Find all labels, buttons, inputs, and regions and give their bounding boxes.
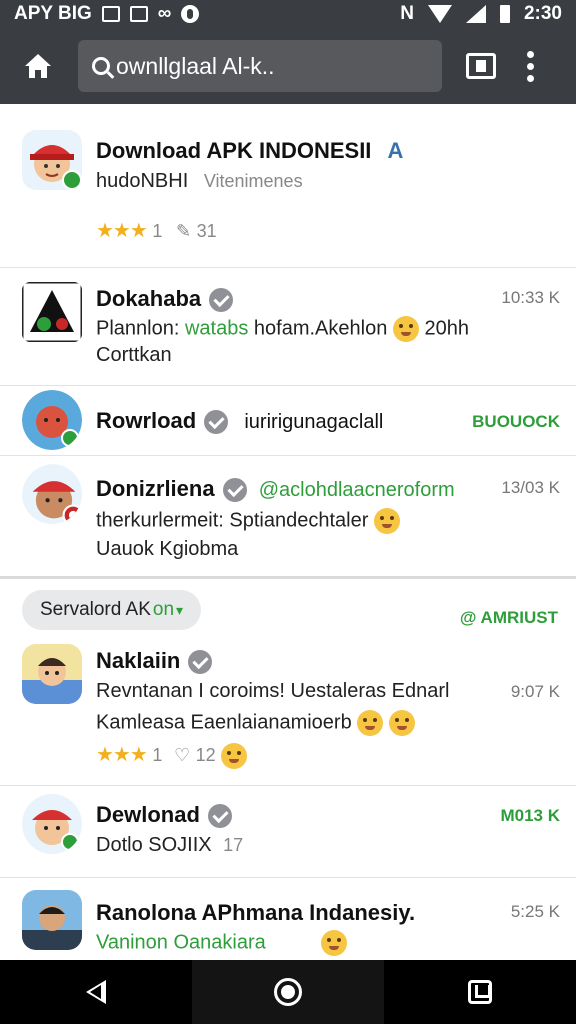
search-text: ownllglaal Al-k.. <box>116 52 275 79</box>
avatar <box>22 390 82 450</box>
item-time: BUOUOCK <box>472 412 560 431</box>
list-item[interactable]: Naklaiin Revntanan I coroims! Uestaleras… <box>0 634 576 786</box>
item-time: 9:07 K <box>510 682 560 701</box>
emoji-icon <box>373 508 400 534</box>
item-title: Naklaiin <box>96 648 213 675</box>
list-item[interactable]: Donizrliena @aclohdlaacneroform therkurl… <box>0 456 576 576</box>
item-rating: ★★★ 1 ✎ 31 <box>96 220 217 242</box>
avatar <box>22 644 82 704</box>
nav-home-icon <box>274 978 302 1006</box>
item-line: Kamleasa Eaenlaianamioerb <box>96 710 415 736</box>
verified-icon <box>204 410 229 435</box>
search-icon <box>92 57 110 75</box>
gallery-icon <box>101 6 120 22</box>
results-list: Download APK INDONESII A hudoNBHI Viteni… <box>0 104 576 960</box>
home-icon <box>25 54 51 78</box>
emoji-icon <box>392 316 419 342</box>
battery-icon <box>499 5 510 23</box>
item-title: Donizrliena @aclohdlaacneroform <box>96 476 455 503</box>
list-item[interactable]: Rowrload iuririgunagaclall BUOUOCK <box>0 386 576 456</box>
avatar <box>22 794 82 854</box>
chevron-down-icon: ▾ <box>176 601 184 618</box>
network-indicator: N <box>400 3 414 24</box>
list-item[interactable]: Dokahaba Plannlon: watabs hofam.Akehlon … <box>0 268 576 386</box>
verified-icon <box>222 478 247 503</box>
home-button[interactable] <box>14 42 62 90</box>
verified-icon <box>188 650 213 675</box>
item-title: Download APK INDONESII A <box>96 138 404 163</box>
comment-icon: ✎ <box>175 221 192 241</box>
list-item[interactable]: Dewlonad Dotlo SOJIIX 17 M013 K <box>0 786 576 878</box>
item-title: Dewlonad <box>96 802 232 829</box>
recents-button[interactable] <box>384 960 576 1024</box>
item-line: Uauok Kgiobma <box>96 538 239 560</box>
list-item[interactable]: Download APK INDONESII A hudoNBHI Viteni… <box>0 104 576 268</box>
item-line: Plannlon: watabs hofam.Akehlon 20hh <box>96 316 469 342</box>
item-time: 10:33 K <box>501 288 560 307</box>
nav-home-button[interactable] <box>192 960 384 1024</box>
signal-icon <box>465 5 486 23</box>
avatar <box>22 282 82 342</box>
item-title: Rowrload iuririgunagaclall <box>96 408 384 435</box>
list-item[interactable]: Ranolona APhmana Indanesiy. Vaninon Oana… <box>0 878 576 960</box>
avatar <box>22 130 82 190</box>
recents-icon <box>468 980 492 1004</box>
rating-stars: ★★★ <box>96 744 148 766</box>
item-line: Revntanan I coroims! Uestaleras Ednarl <box>96 680 450 702</box>
item-time: 13/03 K <box>501 478 560 497</box>
item-subtitle: hudoNBHI Vitenimenes <box>96 170 303 192</box>
section-divider <box>0 576 576 579</box>
search-input[interactable]: ownllglaal Al-k.. <box>78 40 442 92</box>
verified-icon <box>209 288 234 313</box>
wifi-icon <box>427 5 452 23</box>
section-action-link[interactable]: @ AMRIUST <box>460 608 558 628</box>
verified-icon <box>207 804 232 829</box>
tabs-button[interactable] <box>466 53 496 79</box>
avatar <box>22 890 82 950</box>
emoji-icon <box>321 930 348 956</box>
item-line: therkurlermeit: Sptiandechtaler <box>96 508 400 534</box>
avatar <box>22 464 82 524</box>
item-title: Ranolona APhmana Indanesiy. <box>96 900 416 925</box>
app-bar: ownllglaal Al-k.. <box>0 28 576 104</box>
emoji-icon <box>357 710 384 736</box>
status-bar: APY BIG ∞ N 2:30 <box>0 0 576 28</box>
filter-chip[interactable]: Servalord AK on ▾ <box>22 590 202 630</box>
item-line: Corttkan <box>96 344 172 366</box>
like-icon: ♡ <box>173 745 191 765</box>
image-icon <box>129 6 148 22</box>
item-time: 5:25 K <box>510 902 560 921</box>
notification-icon <box>181 5 200 23</box>
back-icon <box>86 980 106 1004</box>
status-time: 2:30 <box>523 3 562 24</box>
back-button[interactable] <box>0 960 192 1024</box>
rating-stars: ★★★ <box>96 220 148 242</box>
more-vert-icon[interactable] <box>526 50 534 82</box>
status-left-text: APY BIG <box>14 3 92 24</box>
item-line: Dotlo SOJIIX 17 <box>96 834 244 856</box>
item-title: Dokahaba <box>96 286 234 313</box>
item-line: Vaninon Oanakiara <box>96 930 348 956</box>
emoji-icon <box>221 742 248 769</box>
item-time: M013 K <box>500 806 560 825</box>
link-icon: ∞ <box>157 3 172 24</box>
emoji-icon <box>388 710 415 736</box>
item-rating: ★★★ 1 ♡ 12 <box>96 742 248 769</box>
system-nav-bar <box>0 960 576 1024</box>
